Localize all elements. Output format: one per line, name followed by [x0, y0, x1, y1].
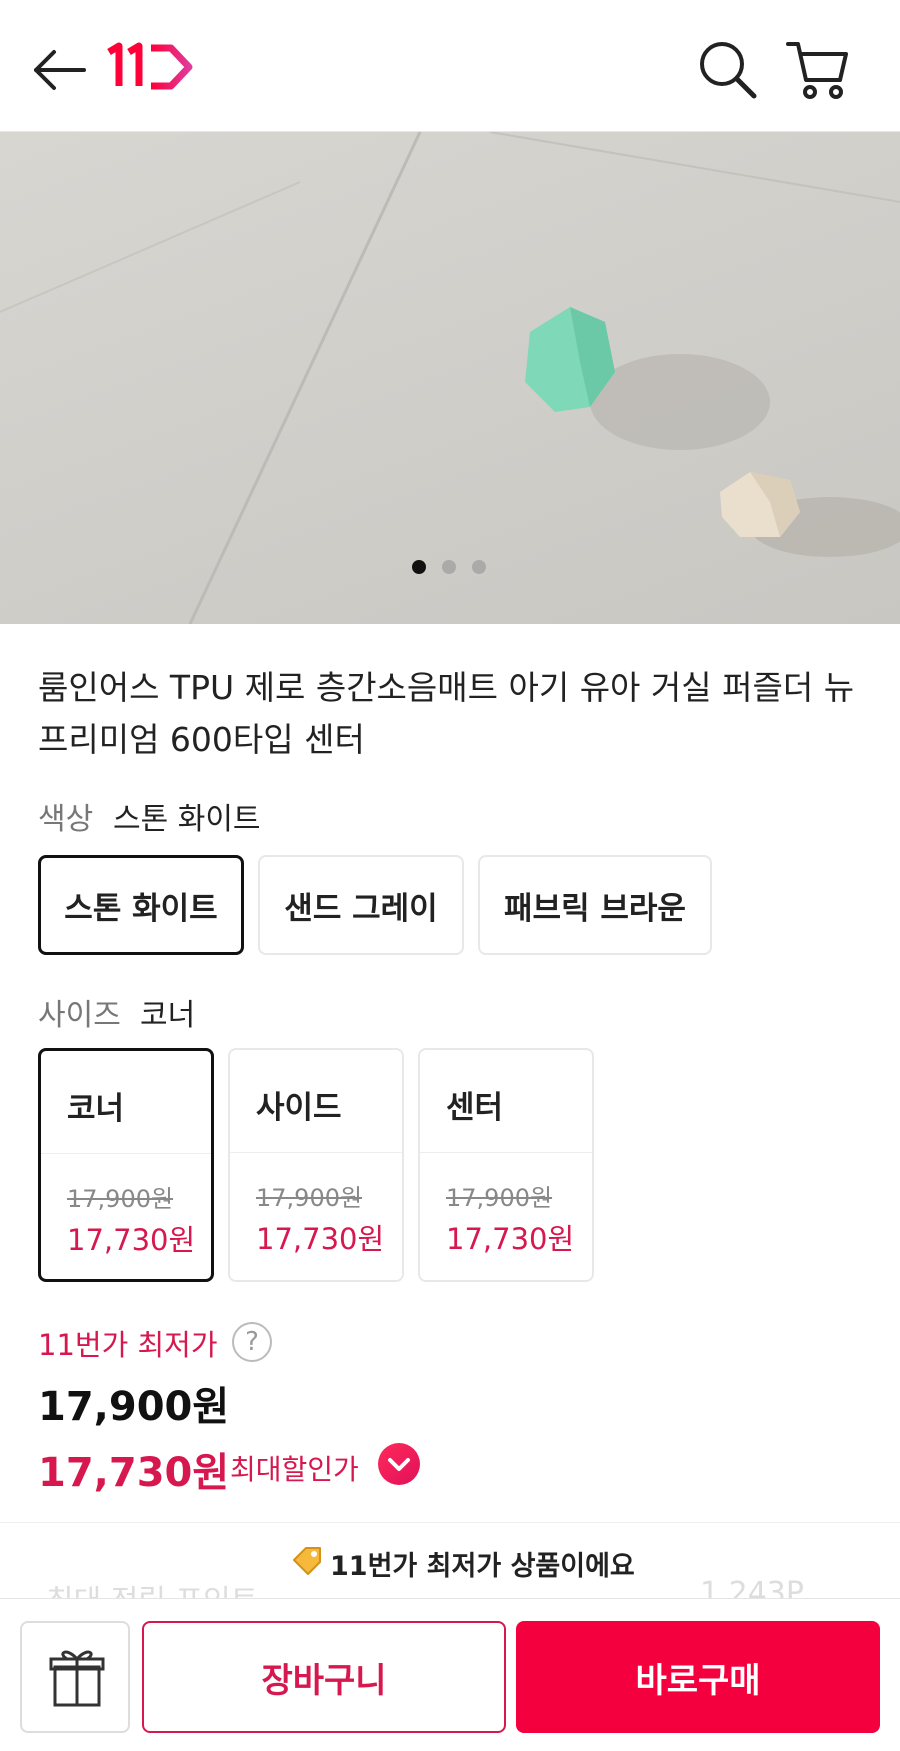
buy-now-button[interactable]: 바로구매 [516, 1621, 880, 1733]
cart-button[interactable] [784, 38, 852, 102]
logo-11st-icon [107, 42, 193, 90]
product-title: 룸인어스 TPU 제로 층간소음매트 아기 유아 거실 퍼즐더 뉴프리미엄 60… [38, 668, 855, 759]
notice-text: 11번가 최저가 상품이에요 [330, 1551, 635, 1582]
search-button[interactable] [696, 38, 760, 102]
help-icon[interactable]: ? [232, 1322, 272, 1362]
original-price: 17,900원 [38, 1384, 230, 1430]
size-option-value: 코너 [140, 998, 196, 1033]
top-header [0, 0, 900, 132]
size-sale-price: 17,730원 [67, 1223, 196, 1257]
size-name: 센터 [446, 1090, 504, 1126]
color-chip-sand-gray[interactable]: 샌드 그레이 [258, 855, 464, 955]
max-discount-label[interactable]: 최대할인가 [230, 1448, 359, 1488]
gift-button[interactable] [20, 1621, 130, 1733]
divider [41, 1153, 211, 1154]
size-option-label: 사이즈 [38, 998, 121, 1033]
gift-icon [49, 1650, 105, 1707]
sale-price: 17,730원 [38, 1450, 230, 1496]
back-button[interactable] [30, 40, 90, 100]
carousel-dots [412, 560, 486, 574]
size-card-center[interactable]: 센터 17,900원 17,730원 [418, 1048, 594, 1282]
size-original-price: 17,900원 [67, 1185, 174, 1213]
product-image-carousel[interactable] [0, 132, 900, 624]
divider [230, 1152, 402, 1153]
size-original-price: 17,900원 [446, 1184, 553, 1212]
size-name: 코너 [67, 1091, 125, 1127]
search-icon [700, 42, 757, 99]
product-photo [0, 132, 900, 624]
carousel-dot-1[interactable] [412, 560, 426, 574]
carousel-dot-3[interactable] [472, 560, 486, 574]
lowest-price-label: 11번가 최저가 [38, 1328, 218, 1362]
chevron-down-glyph [388, 1458, 410, 1471]
bottom-action-bar: 장바구니 바로구매 [0, 1598, 900, 1751]
color-option-label: 색상 [38, 802, 94, 837]
color-chip-stone-white[interactable]: 스톤 화이트 [38, 855, 244, 955]
size-card-corner[interactable]: 코너 17,900원 17,730원 [38, 1048, 214, 1282]
back-arrow-icon [34, 50, 86, 90]
size-sale-price: 17,730원 [446, 1222, 575, 1256]
cart-icon [786, 42, 848, 99]
size-original-price: 17,900원 [256, 1184, 363, 1212]
brand-logo[interactable] [105, 42, 195, 92]
size-sale-price: 17,730원 [256, 1222, 385, 1256]
divider [420, 1152, 592, 1153]
color-option-value: 스톤 화이트 [113, 802, 261, 837]
divider [0, 1522, 900, 1523]
color-chip-fabric-brown[interactable]: 패브릭 브라운 [478, 855, 712, 955]
price-tag-icon [290, 1544, 324, 1578]
chevron-down-icon[interactable] [378, 1443, 420, 1485]
carousel-dot-2[interactable] [442, 560, 456, 574]
size-card-side[interactable]: 사이드 17,900원 17,730원 [228, 1048, 404, 1282]
add-to-cart-button[interactable]: 장바구니 [142, 1621, 506, 1733]
size-name: 사이드 [256, 1090, 342, 1126]
